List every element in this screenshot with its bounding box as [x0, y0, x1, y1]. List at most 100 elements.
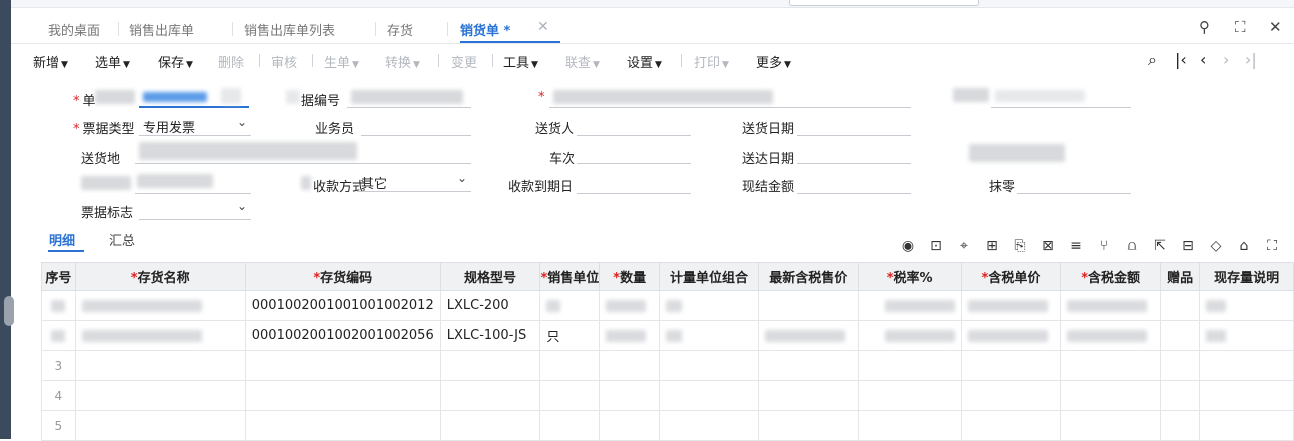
col-header-stock-note[interactable]: 现存量说明: [1199, 262, 1294, 291]
more-button[interactable]: 更多 ▼: [756, 52, 791, 71]
add-button[interactable]: 新增 ▼: [33, 52, 68, 71]
next-record-icon[interactable]: ›: [1223, 50, 1229, 69]
split-icon[interactable]: ⑂: [1095, 238, 1113, 254]
tab-desktop[interactable]: 我的桌面: [48, 20, 100, 39]
amount-cell[interactable]: [1060, 320, 1161, 351]
top-right-field[interactable]: [991, 86, 1131, 108]
document-number-field[interactable]: [347, 86, 471, 108]
unit-price-cell[interactable]: [960, 320, 1062, 351]
payment-method-select[interactable]: 其它 ⌄: [357, 170, 471, 192]
quantity-cell[interactable]: [599, 290, 660, 321]
table-row[interactable]: 3: [41, 350, 1294, 381]
stock-note-cell[interactable]: [1199, 320, 1294, 351]
spec-cell[interactable]: LXLC-100-JS: [439, 320, 541, 351]
tax-rate-cell[interactable]: [857, 290, 962, 321]
rounding-field[interactable]: [1017, 172, 1131, 194]
col-header-unit-group[interactable]: 计量单位组合: [659, 262, 759, 291]
convert-button[interactable]: 转换 ▼: [385, 52, 420, 71]
item-name-cell[interactable]: [74, 320, 246, 351]
tax-rate-cell[interactable]: [857, 320, 962, 351]
first-record-icon[interactable]: |‹: [1175, 50, 1187, 69]
delivery-date-field[interactable]: [797, 114, 911, 136]
quantity-cell[interactable]: [599, 320, 660, 351]
table-row[interactable]: 4: [41, 380, 1294, 411]
close-icon[interactable]: ✕: [1269, 18, 1282, 36]
search-icon[interactable]: ⚲: [1199, 18, 1210, 36]
col-header-sales-unit[interactable]: *销售单位: [539, 262, 601, 291]
col-header-latest-price[interactable]: 最新含税售价: [757, 262, 859, 291]
invoice-flag-select[interactable]: ⌄: [139, 198, 251, 220]
print-button[interactable]: 打印 ▼: [694, 52, 729, 71]
col-header-spec[interactable]: 规格型号: [439, 262, 541, 291]
amount-cell[interactable]: [1060, 290, 1161, 321]
tab-detail[interactable]: 明细: [49, 230, 75, 249]
table-row[interactable]: 5: [41, 410, 1294, 441]
tab-sales-outbound-list[interactable]: 销售出库单列表: [244, 20, 335, 39]
tools-button[interactable]: 工具 ▼: [503, 52, 538, 71]
settings-button[interactable]: 设置 ▼: [627, 52, 662, 71]
sales-unit-cell[interactable]: [539, 290, 601, 321]
change-button[interactable]: 变更: [451, 52, 477, 71]
global-search-input[interactable]: [789, 0, 979, 6]
document-no-field[interactable]: [139, 86, 249, 108]
filter-icon[interactable]: ≡: [1067, 238, 1085, 254]
spec-cell[interactable]: LXLC-200: [439, 290, 541, 321]
chart-icon[interactable]: ⩍: [1123, 238, 1141, 254]
insert-row-icon[interactable]: ⊞: [983, 238, 1001, 254]
gift-cell[interactable]: [1159, 290, 1201, 321]
tab-inventory[interactable]: 存货: [387, 20, 413, 39]
save-button[interactable]: 保存 ▼: [158, 52, 193, 71]
tag-icon[interactable]: ◇: [1207, 238, 1225, 254]
train-no-field[interactable]: [577, 142, 691, 164]
col-header-quantity[interactable]: *数量: [599, 262, 660, 291]
audit-button[interactable]: 审核: [271, 52, 297, 71]
expand-icon[interactable]: ⛶: [1263, 238, 1281, 254]
stock-note-cell[interactable]: [1199, 290, 1294, 321]
col-header-amount[interactable]: *含税金额: [1060, 262, 1161, 291]
delivery-address-field[interactable]: [135, 142, 471, 164]
select-button[interactable]: 选单 ▼: [95, 52, 130, 71]
sales-unit-cell[interactable]: 只: [539, 320, 601, 351]
col-header-item-code[interactable]: *存货编码: [244, 262, 441, 291]
customer-field[interactable]: [549, 86, 911, 108]
invoice-type-select[interactable]: 专用发票 ⌄: [139, 114, 251, 136]
arrival-date-field[interactable]: [797, 142, 911, 164]
unit-group-cell[interactable]: [659, 290, 759, 321]
col-header-unit-price[interactable]: *含税单价: [960, 262, 1062, 291]
item-code-cell[interactable]: 0001002001001001002012: [244, 290, 441, 321]
item-code-cell[interactable]: 0001002001002001002056: [244, 320, 441, 351]
delete-row-icon[interactable]: ⊠: [1039, 238, 1057, 254]
department-field[interactable]: [135, 172, 251, 194]
columns-icon[interactable]: ⊟: [1179, 238, 1197, 254]
cash-amount-field[interactable]: [797, 172, 911, 194]
col-header-gift[interactable]: 赠品: [1159, 262, 1201, 291]
tab-summary[interactable]: 汇总: [109, 230, 135, 249]
warehouse-icon[interactable]: ⌂: [1235, 238, 1253, 254]
col-header-item-name[interactable]: *存货名称: [74, 262, 246, 291]
due-date-field[interactable]: [577, 172, 691, 194]
tab-sales-order[interactable]: 销货单 *: [460, 20, 510, 39]
export-icon[interactable]: ⇱: [1151, 238, 1169, 254]
unit-price-cell[interactable]: [960, 290, 1062, 321]
document-search-icon[interactable]: ⌕: [1148, 50, 1157, 70]
col-header-tax-rate[interactable]: *税率%: [857, 262, 962, 291]
table-row[interactable]: 0001002001001001002012 LXLC-200: [41, 290, 1294, 321]
gift-cell[interactable]: [1159, 320, 1201, 351]
item-name-cell[interactable]: [74, 290, 246, 321]
tab-sales-outbound[interactable]: 销售出库单: [129, 20, 194, 39]
location-icon[interactable]: ⌖: [955, 238, 973, 254]
last-record-icon[interactable]: ›|: [1245, 50, 1257, 69]
scan-icon[interactable]: ⊡: [927, 238, 945, 254]
latest-price-cell[interactable]: [757, 290, 859, 321]
previous-record-icon[interactable]: ‹: [1200, 50, 1206, 69]
copy-row-icon[interactable]: ⎘: [1011, 238, 1029, 254]
latest-price-cell[interactable]: [757, 320, 859, 351]
generate-button[interactable]: 生单 ▼: [324, 52, 359, 71]
tab-close-icon[interactable]: ✕: [537, 19, 549, 35]
delete-button[interactable]: 删除: [218, 52, 244, 71]
salesperson-field[interactable]: [361, 114, 471, 136]
unit-group-cell[interactable]: [659, 320, 759, 351]
deliverer-field[interactable]: [577, 114, 691, 136]
query-button[interactable]: 联查 ▼: [565, 52, 600, 71]
collapse-handle[interactable]: [4, 296, 14, 326]
